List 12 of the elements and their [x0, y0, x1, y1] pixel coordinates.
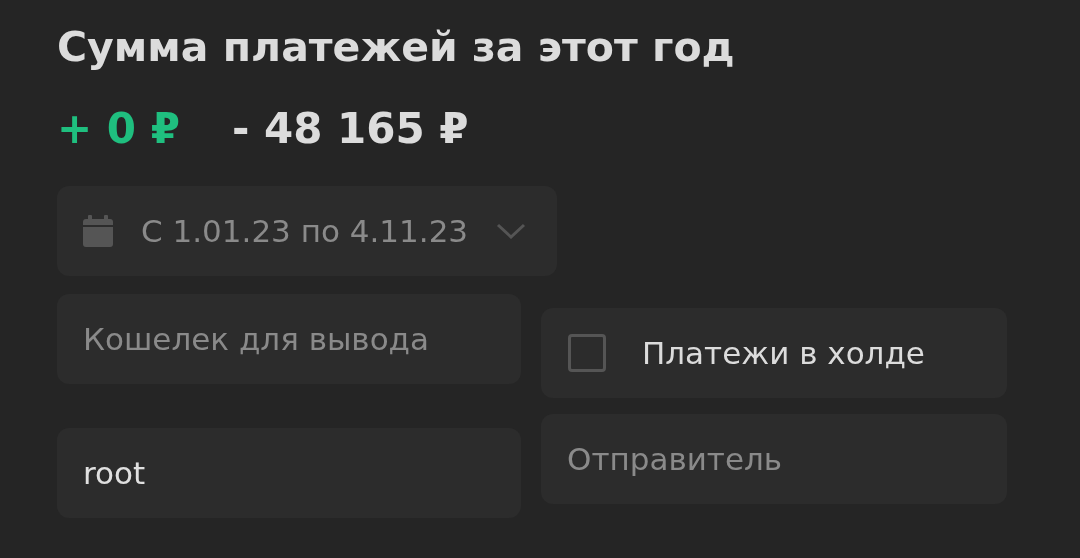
login-field[interactable]: root	[57, 428, 521, 518]
date-range-dropdown[interactable]: С 1.01.23 по 4.11.23	[57, 186, 557, 276]
checkbox[interactable]	[568, 334, 606, 372]
hold-checkbox-card[interactable]: Платежи в холде	[541, 308, 1007, 398]
total-amount: + 0 ₽	[57, 103, 180, 153]
chevron-down-icon	[496, 223, 527, 239]
section-title: Сумма платежей за этот год	[57, 22, 736, 73]
calendar-icon	[83, 215, 113, 247]
checkbox-label: Платежи в холде	[642, 335, 925, 371]
sender-field[interactable]: Отправитель	[541, 414, 1007, 504]
wallet-field[interactable]: Кошелек для вывода	[57, 294, 521, 384]
total-amount: - 48 165 ₽	[231, 103, 469, 153]
